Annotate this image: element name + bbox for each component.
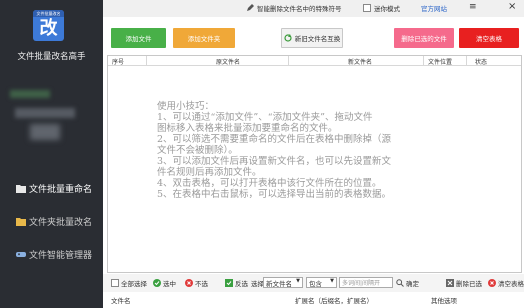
invert-label: 反选 [235, 280, 248, 288]
match-select[interactable]: 包含 ▼ [306, 277, 337, 288]
rule-section-labels: 文件名 扩展名（后缀名，扩展名） 其他选项 [103, 292, 524, 308]
pen-icon [247, 4, 254, 11]
sidebar-item-label: 文件批量重命名 [29, 184, 93, 195]
logo-char: 改 [39, 18, 58, 39]
filename-label: 文件名 [111, 297, 131, 305]
tip-line: 4、双击表格，可以打开表格中该行文件所在的位置。 [157, 178, 382, 189]
sidebar-item-folder-rename[interactable]: 文件夹批量改名 [0, 211, 103, 231]
invert-button[interactable]: 反选 [225, 278, 248, 288]
tip-line: 5、在表格中右击鼠标，可以选择导出当前的表格数据。 [157, 189, 392, 200]
refresh-icon [284, 34, 292, 42]
tip-line: 件名规则后再添加文件。 [157, 167, 262, 178]
add-folder-button[interactable]: 添加文件夹 [173, 28, 235, 48]
confirm-button[interactable]: 确定 [396, 278, 419, 288]
selection-bar: 全部选择 选中 不选 反选 选择: 新文件名 ▼ 包含 ▼ 多词间|间隔开 确定… [103, 274, 524, 292]
file-table[interactable]: 序号 原文件名 新文件名 文件位置 状态 使用小技巧： 1、可以通过“添加文件”… [107, 55, 522, 273]
menu-icon[interactable]: ≡ [469, 2, 477, 12]
sidebar: 文件批量改名 改 文件批量改名高手 文件批量重命名 文件夹批量改名 文件智能管理… [0, 0, 103, 308]
folder-icon [16, 184, 26, 193]
chevron-down-icon: ▼ [296, 278, 300, 284]
keyword-input[interactable]: 多词间|间隔开 [339, 277, 393, 288]
sidebar-item-file-manager[interactable]: 文件智能管理器 [0, 244, 103, 264]
blurred-info [10, 90, 50, 98]
blurred-info [15, 108, 75, 118]
invert-icon [225, 279, 233, 287]
column-header-location[interactable]: 文件位置 [428, 57, 452, 66]
sidebar-item-label: 文件智能管理器 [29, 250, 93, 261]
tip-line: 图标移入表格来批量添加要重命名的文件。 [157, 123, 338, 134]
search-icon [396, 279, 404, 287]
field-select[interactable]: 新文件名 ▼ [263, 277, 303, 288]
chevron-down-icon: ▼ [330, 278, 334, 284]
swap-names-button[interactable]: 新旧文件名互换 [281, 28, 343, 48]
checkbox-box[interactable] [111, 279, 119, 287]
tip-line: 使用小技巧： [157, 101, 215, 112]
tip-line: 1、可以通过“添加文件”、“添加文件夹”、拖动文件 [157, 112, 373, 123]
special-chars-link[interactable]: 智能删除文件名中的特殊符号 [246, 3, 342, 13]
extension-label: 扩展名（后缀名，扩展名） [295, 297, 373, 305]
toolbar: 添加文件 添加文件夹 新旧文件名互换 删除已选的文件 清空表格 [103, 17, 524, 55]
special-chars-label: 智能删除文件名中的特殊符号 [257, 5, 342, 13]
column-header-new-name[interactable]: 新文件名 [348, 57, 372, 66]
usage-tips: 使用小技巧： 1、可以通过“添加文件”、“添加文件夹”、拖动文件 图标移入表格来… [157, 101, 507, 200]
unselect-button[interactable]: 不选 [185, 278, 208, 288]
close-icon[interactable]: × [508, 1, 516, 12]
clear-table-button[interactable]: 清空表格 [459, 28, 519, 48]
sidebar-item-label: 文件夹批量改名 [29, 217, 93, 228]
field-select-value: 新文件名 [266, 279, 292, 288]
select-all-label: 全部选择 [121, 280, 147, 288]
folder-icon [16, 217, 26, 226]
tip-line: 文件不会被删除）。 [157, 145, 238, 156]
gamepad-icon [16, 251, 26, 257]
column-header-seq[interactable]: 序号 [112, 57, 124, 66]
checkbox-box[interactable] [363, 4, 371, 12]
delete-icon [446, 279, 454, 287]
column-divider [423, 56, 424, 66]
select-all-checkbox[interactable]: 全部选择 [111, 278, 147, 288]
clear-table-small-button[interactable]: 清空表格 [488, 278, 524, 288]
column-header-status[interactable]: 状态 [475, 57, 487, 66]
x-circle-icon [185, 279, 193, 287]
column-divider [466, 56, 467, 66]
table-header: 序号 原文件名 新文件名 文件位置 状态 [108, 56, 521, 66]
clear-table-label: 清空表格 [498, 280, 524, 288]
unselect-label: 不选 [195, 280, 208, 288]
tip-line: 2、可以筛选不需要重命名的文件后在表格中删除掉（源 [157, 134, 392, 145]
confirm-label: 确定 [406, 280, 419, 288]
column-divider [146, 56, 147, 66]
select-label: 选中 [163, 280, 176, 288]
column-header-original-name[interactable]: 原文件名 [216, 57, 240, 66]
title-bar: 智能删除文件名中的特殊符号 迷你模式 官方网站 ≡ × [103, 0, 524, 17]
select-button[interactable]: 选中 [153, 278, 176, 288]
match-select-value: 包含 [309, 279, 322, 288]
sidebar-item-batch-rename[interactable]: 文件批量重命名 [0, 178, 103, 198]
app-logo: 文件批量改名 改 [33, 10, 64, 41]
official-site-link[interactable]: 官方网站 [421, 3, 447, 13]
delete-selected-button[interactable]: 删除已选的文件 [394, 28, 454, 48]
add-file-button[interactable]: 添加文件 [111, 28, 166, 48]
column-divider [288, 56, 289, 66]
delete-selected-small-button[interactable]: 删除已选 [446, 278, 482, 288]
delete-selected-label: 删除已选 [456, 280, 482, 288]
tip-line: 3、可以添加文件后再设置新文件名，也可以先设置新文 [157, 156, 392, 167]
mini-mode-checkbox[interactable]: 迷你模式 [363, 3, 400, 13]
check-circle-icon [153, 279, 161, 287]
other-options-label: 其他选项 [431, 297, 457, 305]
mini-mode-label: 迷你模式 [374, 5, 400, 13]
logo-caption: 文件批量改名 [33, 10, 64, 17]
clear-icon [488, 279, 496, 287]
blurred-info [30, 124, 60, 140]
app-name: 文件批量改名高手 [17, 52, 86, 62]
swap-names-label: 新旧文件名互换 [294, 35, 341, 43]
